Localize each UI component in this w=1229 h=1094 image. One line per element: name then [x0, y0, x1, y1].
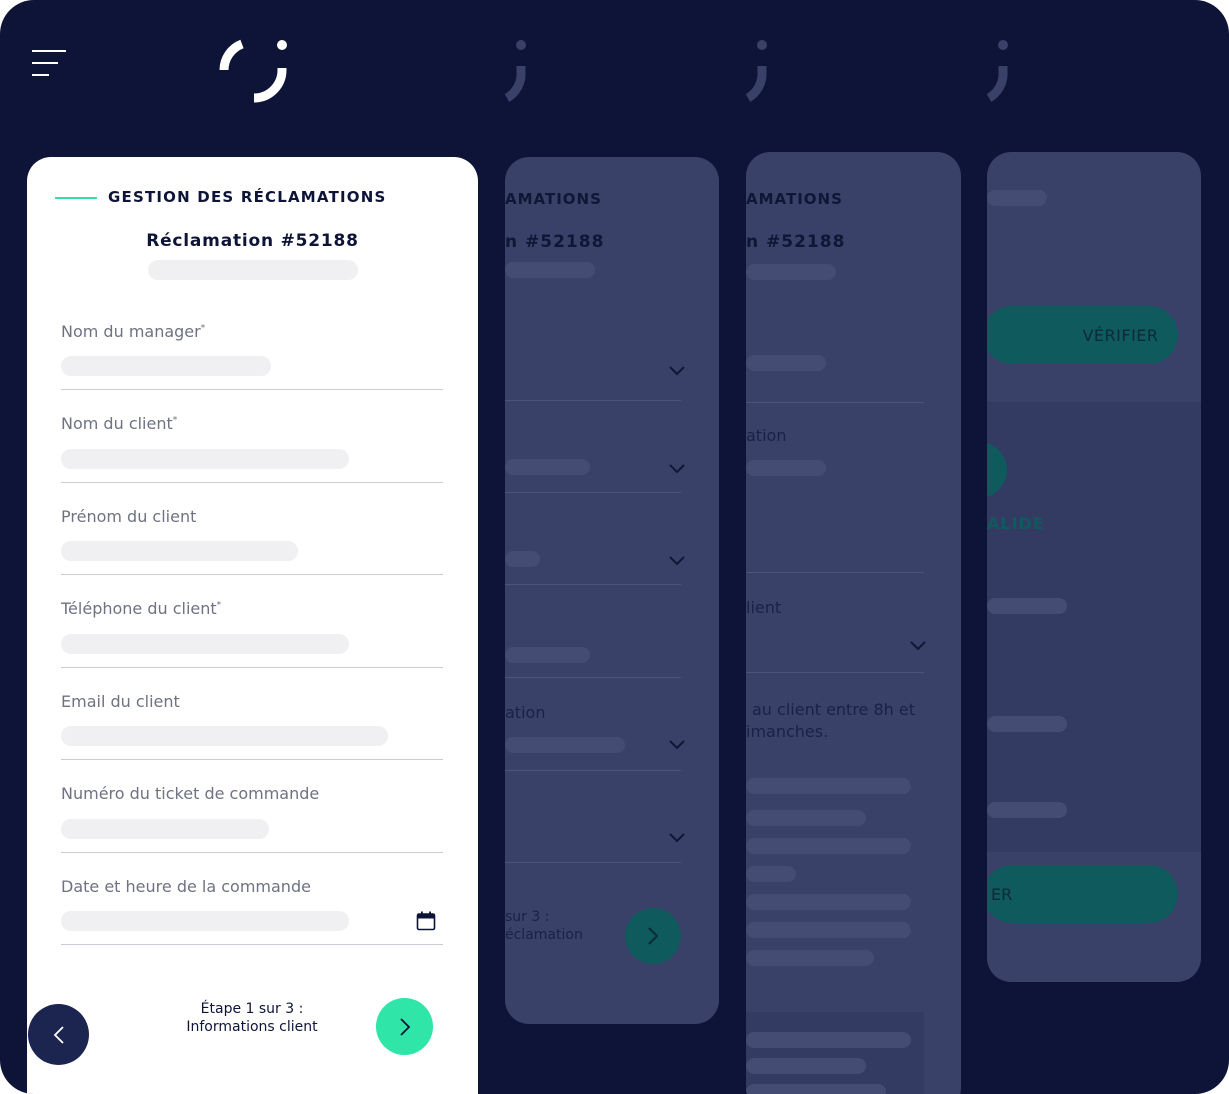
- order-ticket-input[interactable]: [61, 819, 269, 839]
- client-firstname-input[interactable]: [61, 541, 298, 561]
- reclamation-title: Réclamation #52188: [146, 231, 359, 251]
- ghost-panel-step3: AMATIONS n #52188 ation lient au client …: [746, 152, 961, 1094]
- g-logo-fragment-icon: [746, 40, 767, 102]
- step-indicator: Étape 1 sur 3 : Informations client: [186, 1001, 318, 1035]
- client-email-input[interactable]: [61, 726, 388, 746]
- g-logo-icon: [219, 39, 287, 103]
- ghost-next-button: [625, 908, 681, 964]
- section-accent-bar: [55, 197, 97, 199]
- verify-button-label: VÉRIFIER: [1082, 325, 1159, 345]
- ghost-panel-verification: VÉRIFIER ALIDE ER: [987, 152, 1201, 982]
- chevron-right-icon: [399, 1017, 410, 1036]
- ghost-panel-step2: AMATIONS n #52188 ation sur 3 : éclamati…: [505, 157, 719, 1024]
- client-name-input[interactable]: [61, 449, 349, 469]
- previous-button[interactable]: [28, 1004, 89, 1065]
- order-datetime-input[interactable]: [61, 911, 349, 931]
- confirm-button-label: ER: [991, 884, 1013, 904]
- app-frame: VÉRIFIER ALIDE ER AMATIONS n #52188 atio…: [0, 0, 1229, 1094]
- verify-button: VÉRIFIER: [987, 306, 1178, 364]
- confirm-button: ER: [987, 865, 1178, 923]
- subtitle-placeholder: [148, 260, 358, 280]
- calendar-icon[interactable]: [416, 911, 436, 931]
- g-logo-fragment-icon: [987, 40, 1008, 102]
- field-label-client-name: Nom du client*: [61, 414, 178, 433]
- hamburger-icon[interactable]: [32, 50, 66, 78]
- chevron-left-icon: [53, 1025, 64, 1044]
- field-label-client-email: Email du client: [61, 692, 180, 711]
- section-title: GESTION DES RÉCLAMATIONS: [108, 188, 387, 206]
- field-label-order-datetime: Date et heure de la commande: [61, 877, 311, 896]
- next-step-button[interactable]: [376, 998, 433, 1055]
- g-logo-fragment-icon: [505, 40, 526, 102]
- claim-form-card: GESTION DES RÉCLAMATIONS Réclamation #52…: [27, 157, 478, 1094]
- field-label-manager: Nom du manager*: [61, 322, 206, 341]
- field-label-client-phone: Téléphone du client*: [61, 599, 222, 618]
- manager-input[interactable]: [61, 356, 271, 376]
- client-phone-input[interactable]: [61, 634, 349, 654]
- field-label-client-firstname: Prénom du client: [61, 507, 197, 526]
- field-label-order-ticket: Numéro du ticket de commande: [61, 784, 320, 803]
- status-text: ALIDE: [987, 514, 1045, 533]
